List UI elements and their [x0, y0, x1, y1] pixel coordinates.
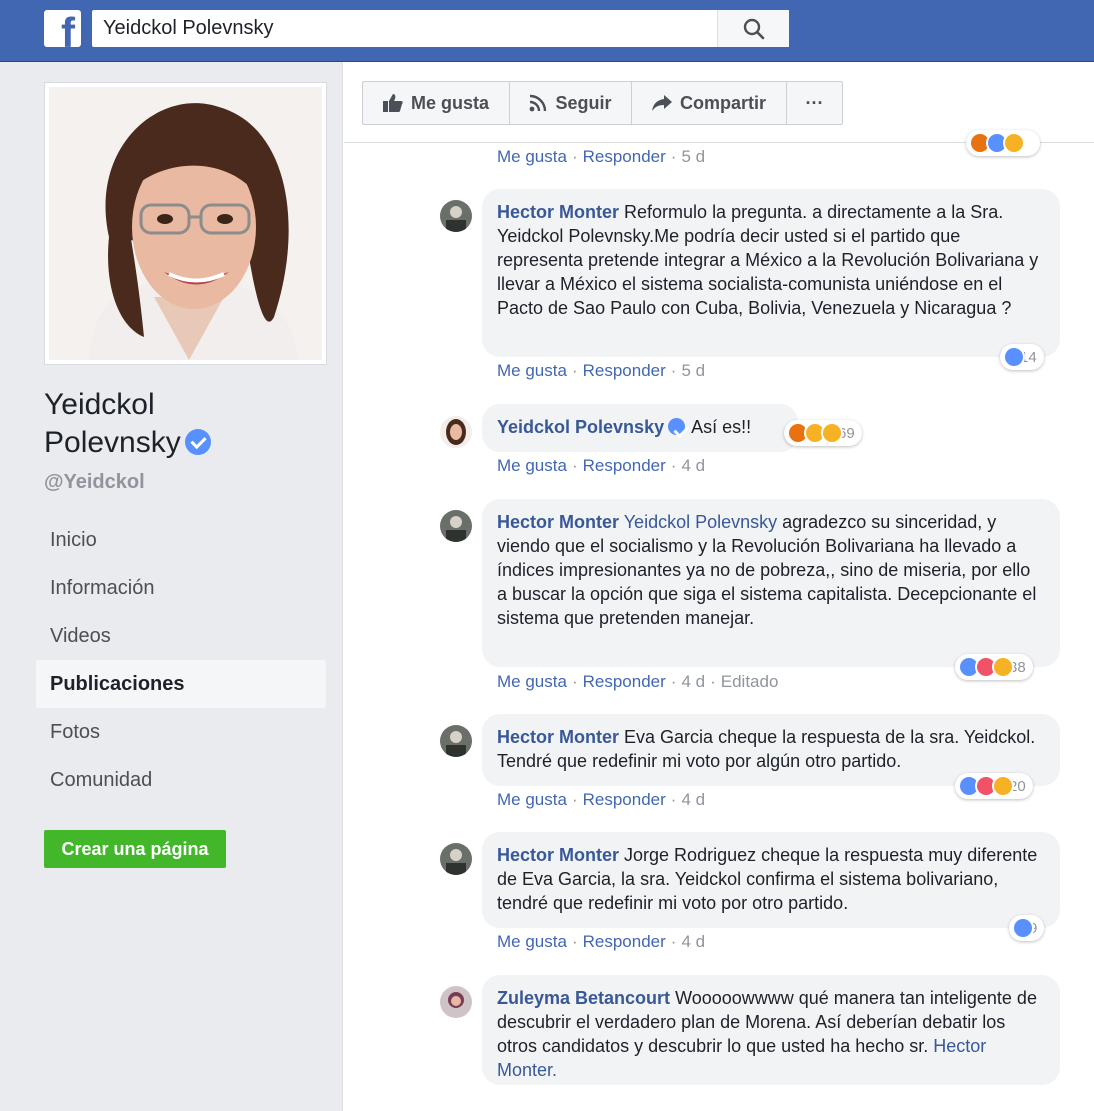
reactions-summary[interactable] [966, 130, 1040, 156]
search-box [92, 10, 789, 47]
wow-reaction-icon [1003, 132, 1025, 154]
comment-like-link[interactable]: Me gusta [497, 361, 567, 380]
thumbs-up-icon [382, 94, 403, 112]
page-action-bar: Me gusta Seguir Compartir ··· [362, 81, 843, 125]
comment-reply-link[interactable]: Responder [583, 932, 666, 951]
page-name-last: Polevnsky [44, 426, 181, 459]
comment-time[interactable]: 4 d [681, 456, 705, 475]
comment-bubble: Hector Monter Reformulo la pregunta. a d… [482, 189, 1060, 357]
search-button[interactable] [717, 10, 789, 47]
page-avatar[interactable] [440, 416, 472, 448]
comment-time[interactable]: 4 d [681, 932, 705, 951]
page-handle[interactable]: @Yeidckol [44, 471, 145, 494]
sidebar-item-publicaciones[interactable]: Publicaciones [36, 660, 326, 708]
like-page-button[interactable]: Me gusta [363, 82, 510, 124]
reactions-summary[interactable]: 9 [1009, 915, 1045, 941]
rss-icon [530, 94, 547, 112]
reactions-summary[interactable]: 38 [955, 654, 1033, 680]
reactions-summary[interactable]: 20 [955, 773, 1033, 799]
top-bar: f [0, 0, 1094, 62]
like-reaction-icon [1003, 346, 1025, 368]
comment-author[interactable]: Zuleyma Betancourt [497, 988, 670, 1008]
haha-reaction-icon [992, 775, 1014, 797]
reactions-summary[interactable]: 69 [784, 420, 862, 446]
comment-time[interactable]: 4 d [681, 672, 705, 691]
commenter-avatar[interactable] [440, 200, 472, 232]
commenter-avatar[interactable] [440, 725, 472, 757]
comment-like-link[interactable]: Me gusta [497, 932, 567, 951]
page-name[interactable]: Yeidckol Polevnsky [44, 386, 324, 462]
sidebar-item-inicio[interactable]: Inicio [36, 516, 326, 564]
verified-badge-icon [184, 429, 211, 455]
comment-reply-link[interactable]: Responder [583, 361, 666, 380]
comment-bubble: Yeidckol Polevnsky Así es!! [482, 404, 798, 452]
comment-author[interactable]: Hector Monter [497, 512, 619, 532]
comment-meta: Me gusta · Responder · 4 d [497, 790, 706, 809]
profile-photo-image [49, 87, 322, 360]
comment-time[interactable]: 4 d [681, 790, 705, 809]
like-reaction-icon [1012, 917, 1034, 939]
comment-bubble: Zuleyma Betancourt Wooooowwww qué manera… [482, 975, 1060, 1085]
comment-author[interactable]: Hector Monter [497, 845, 619, 865]
comment-reply-link[interactable]: Responder [583, 790, 666, 809]
comment-like-link[interactable]: Me gusta [497, 790, 567, 809]
comment-reply-link[interactable]: Responder [583, 672, 666, 691]
sidebar-item-comunidad[interactable]: Comunidad [36, 756, 326, 804]
search-input[interactable] [92, 10, 716, 47]
commenter-avatar[interactable] [440, 986, 472, 1018]
profile-picture[interactable] [44, 82, 327, 365]
page-name-first: Yeidckol [44, 388, 155, 421]
reactions-summary[interactable]: 14 [1000, 344, 1044, 370]
comment-text: Así es!! [691, 417, 752, 437]
sidebar-item-informacion[interactable]: Información [36, 564, 326, 612]
follow-label: Seguir [555, 92, 612, 113]
comment-time[interactable]: 5 d [681, 147, 705, 166]
comment-author[interactable]: Yeidckol Polevnsky [497, 417, 664, 437]
share-arrow-icon [651, 95, 672, 111]
share-label: Compartir [679, 92, 766, 113]
commenter-avatar[interactable] [440, 843, 472, 875]
haha-reaction-icon [992, 656, 1014, 678]
comment-reply-link[interactable]: Responder [583, 147, 666, 166]
create-page-button[interactable]: Crear una página [44, 830, 226, 868]
sidebar-item-fotos[interactable]: Fotos [36, 708, 326, 756]
comment-meta: Me gusta · Responder · 4 d · Editado [497, 672, 779, 691]
like-page-label: Me gusta [410, 92, 489, 113]
follow-button[interactable]: Seguir [510, 82, 632, 124]
comment-like-link[interactable]: Me gusta [497, 147, 567, 166]
verified-badge-icon [668, 418, 686, 435]
comment-meta: Me gusta · Responder · 4 d [497, 456, 706, 475]
comment-time[interactable]: 5 d [681, 361, 705, 380]
comment-meta: Me gusta · Responder · 5 d [497, 361, 706, 380]
commenter-avatar[interactable] [440, 510, 472, 542]
wow-reaction-icon [821, 422, 843, 444]
edited-label[interactable]: Editado [721, 672, 779, 691]
comment-bubble: Hector Monter Jorge Rodriguez cheque la … [482, 832, 1060, 928]
share-button[interactable]: Compartir [632, 82, 787, 124]
sidebar-item-videos[interactable]: Videos [36, 612, 326, 660]
comment-meta: Me gusta · Responder · 4 d [497, 932, 706, 951]
more-options-icon: ··· [805, 92, 824, 113]
comment-meta: Me gusta · Responder · 5 d [497, 147, 706, 166]
comment-author[interactable]: Hector Monter [497, 202, 619, 222]
comment-reply-link[interactable]: Responder [583, 456, 666, 475]
comment-author[interactable]: Hector Monter [497, 727, 619, 747]
more-options-button[interactable]: ··· [787, 82, 842, 124]
page-sidebar: Yeidckol Polevnsky @Yeidckol Inicio Info… [0, 62, 343, 1111]
comment-like-link[interactable]: Me gusta [497, 456, 567, 475]
sidebar-nav: Inicio Información Videos Publicaciones … [36, 516, 326, 804]
search-icon [743, 18, 764, 39]
comment-like-link[interactable]: Me gusta [497, 672, 567, 691]
comment-mention[interactable]: Yeidckol Polevnsky [624, 512, 777, 532]
facebook-logo-icon[interactable]: f [44, 10, 81, 47]
comment-bubble: Hector Monter Yeidckol Polevnsky agradez… [482, 499, 1060, 667]
